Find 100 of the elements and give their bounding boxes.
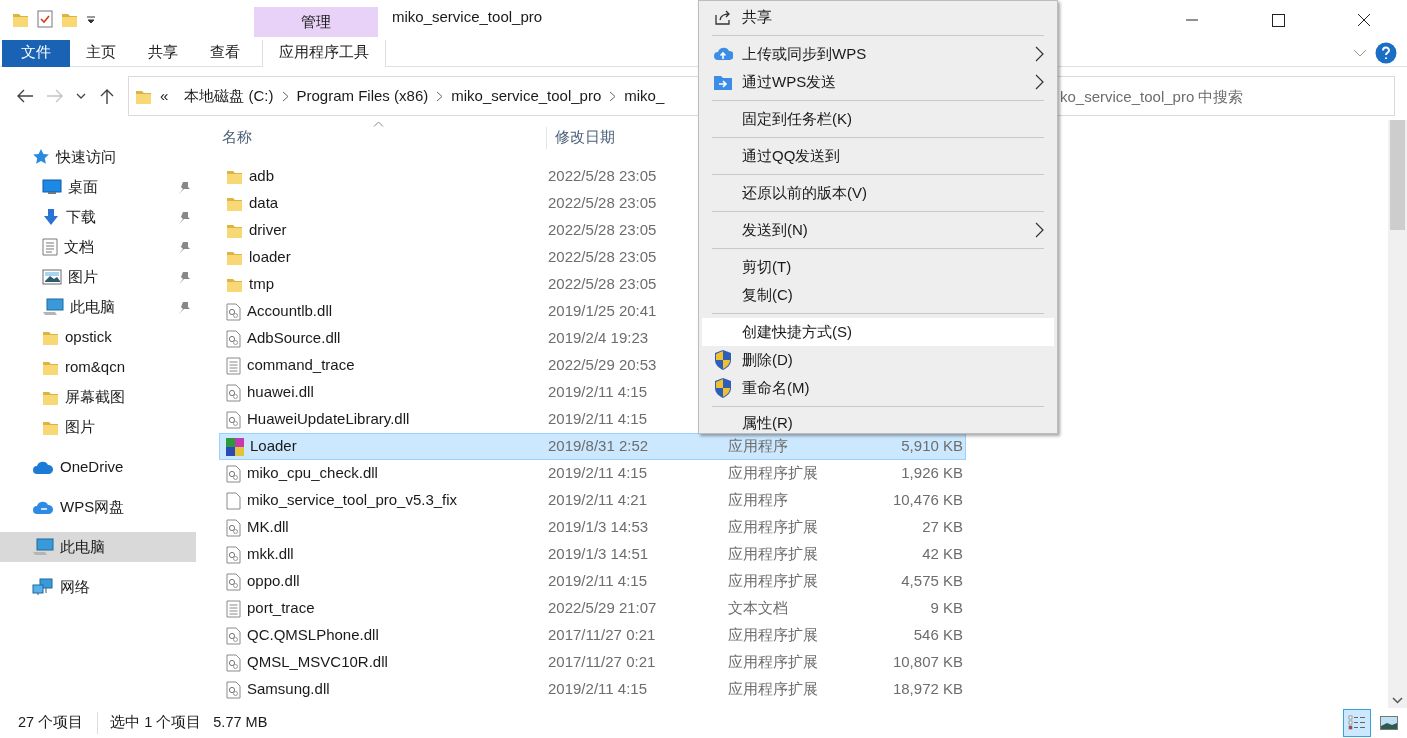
breadcrumb-item[interactable]: Program Files (x86) (288, 84, 437, 108)
picture-icon (1380, 716, 1398, 730)
chevron-right-icon (281, 90, 289, 102)
window-title: miko_service_tool_pro (392, 7, 543, 27)
modified-date: 2019/2/4 19:23 (548, 328, 650, 349)
sidebar-item[interactable]: opstick (0, 322, 196, 352)
gear-file-icon (226, 329, 241, 348)
chevron-down-icon[interactable] (1353, 48, 1367, 58)
menu-item[interactable]: 还原以前的版本(V) (702, 179, 1054, 207)
sidebar-item[interactable]: 屏幕截图 (0, 382, 196, 412)
sidebar-item[interactable]: WPS网盘 (0, 492, 196, 522)
modified-date: 2019/2/11 4:15 (548, 679, 648, 700)
file-name: AdbSource.dll (247, 328, 341, 349)
file-name: miko_service_tool_pro_v5.3_fix (247, 490, 458, 511)
menu-item[interactable]: 复制(C) (702, 281, 1054, 309)
scrollbar-thumb[interactable] (1390, 120, 1405, 230)
sidebar-item[interactable]: 图片 (0, 262, 196, 292)
folder-icon (226, 276, 243, 293)
modified-date: 2019/2/11 4:15 (548, 382, 648, 403)
menu-item[interactable]: 发送到(N) (702, 216, 1054, 244)
folder-icon (226, 168, 243, 185)
menu-item[interactable]: 上传或同步到WPS (702, 40, 1054, 68)
file-name: data (249, 193, 279, 214)
menu-item[interactable]: 通过QQ发送到 (702, 142, 1054, 170)
file-row[interactable]: port_trace 2022/5/29 21:07 文本文档 9 KB (219, 595, 966, 622)
computer-icon (32, 538, 54, 556)
breadcrumb-item[interactable]: 本地磁盘 (C:) (176, 84, 282, 108)
app-icon (226, 437, 244, 456)
file-name: Accountlb.dll (247, 301, 333, 322)
sidebar-item[interactable]: 图片 (0, 412, 196, 442)
modified-date: 2019/1/25 20:41 (548, 301, 658, 322)
file-size: 5,910 KB (900, 436, 963, 457)
folder-icon (226, 222, 243, 239)
modified-date: 2022/5/28 23:05 (548, 220, 658, 241)
file-name: mkk.dll (247, 544, 294, 565)
ribbon-tab[interactable]: 应用程序工具 (262, 39, 386, 67)
sidebar-item[interactable]: 桌面 (0, 172, 196, 202)
file-row[interactable]: Samsung.dll 2019/2/11 4:15 应用程序扩展 18,972 KB (219, 676, 966, 703)
dropdown-caret-icon[interactable] (86, 14, 96, 24)
file-name: huawei.dll (247, 382, 314, 403)
menu-item[interactable]: 创建快捷方式(S) (702, 318, 1054, 346)
file-row[interactable]: mkk.dll 2019/1/3 14:51 应用程序扩展 42 KB (219, 541, 966, 568)
file-row[interactable]: miko_service_tool_pro_v5.3_fix 2019/2/11 4:21 应用程序 10,476 KB (219, 487, 966, 514)
column-header[interactable]: 名称 (219, 127, 547, 149)
menu-item[interactable]: 共享 (702, 3, 1054, 31)
file-type: 应用程序扩展 (728, 652, 819, 673)
file-size: 27 KB (921, 517, 963, 538)
checklist-icon[interactable] (37, 10, 53, 28)
sidebar-item[interactable]: 此电脑 (0, 532, 196, 562)
item-count: 27 个项目 (18, 713, 84, 733)
modified-date: 2022/5/29 21:07 (548, 598, 658, 619)
file-row[interactable]: MK.dll 2019/1/3 14:53 应用程序扩展 27 KB (219, 514, 966, 541)
modified-date: 2022/5/28 23:05 (548, 274, 658, 295)
sidebar-item[interactable]: 下载 (0, 202, 196, 232)
file-type: 应用程序扩展 (728, 517, 819, 538)
ribbon-tab[interactable]: 共享 (132, 39, 194, 67)
file-size: 4,575 KB (900, 571, 963, 592)
file-row[interactable]: QC.QMSLPhone.dll 2017/11/27 0:21 应用程序扩展 546 KB (219, 622, 966, 649)
pin-icon (178, 241, 190, 254)
download-arrow-icon (42, 208, 60, 226)
file-row[interactable]: QMSL_MSVC10R.dll 2017/11/27 0:21 应用程序扩展 10,807 KB (219, 649, 966, 676)
menu-item[interactable]: 重命名(M) (702, 374, 1054, 402)
menu-item[interactable]: 删除(D) (702, 346, 1054, 374)
sidebar-item[interactable]: 快速访问 (0, 142, 196, 172)
ribbon-context-label: 管理 (254, 7, 378, 37)
pin-icon (178, 181, 190, 194)
folder-icon (226, 249, 243, 266)
menu-item[interactable]: 剪切(T) (702, 253, 1054, 281)
chevron-right-icon (436, 90, 444, 102)
ribbon-tab[interactable]: 查看 (194, 39, 256, 67)
ribbon-tab[interactable]: 主页 (70, 39, 132, 67)
scrollbar[interactable] (1388, 120, 1407, 708)
gear-file-icon (226, 680, 241, 699)
file-row[interactable]: miko_cpu_check.dll 2019/2/11 4:15 应用程序扩展 1,926 KB (219, 460, 966, 487)
breadcrumb-item[interactable]: miko_service_tool_pro (443, 84, 610, 108)
gear-file-icon (226, 383, 241, 402)
sidebar-item[interactable]: 此电脑 (0, 292, 196, 322)
desktop-icon (42, 179, 62, 195)
modified-date: 2022/5/28 23:05 (548, 247, 658, 268)
chevron-down-icon[interactable] (1392, 697, 1403, 704)
menu-item[interactable]: 属性(R) (702, 411, 1054, 433)
file-name: adb (249, 166, 275, 187)
file-row[interactable]: oppo.dll 2019/2/11 4:15 应用程序扩展 4,575 KB (219, 568, 966, 595)
file-size: 42 KB (921, 544, 963, 565)
details-view-button[interactable] (1343, 709, 1371, 737)
sidebar-item[interactable]: rom&qcn (0, 352, 196, 382)
file-name: driver (249, 220, 287, 241)
sidebar-item[interactable]: 文档 (0, 232, 196, 262)
sidebar-item[interactable]: 网络 (0, 572, 196, 602)
breadcrumb-item[interactable]: miko_ (616, 84, 673, 108)
modified-date: 2019/8/31 2:52 (548, 436, 650, 457)
close-icon (1357, 13, 1371, 27)
help-icon[interactable] (1375, 42, 1397, 64)
file-size: 10,807 KB (891, 652, 963, 673)
ribbon-tab[interactable]: 文件 (2, 39, 70, 67)
file-row[interactable]: Loader 2019/8/31 2:52 应用程序 5,910 KB (219, 433, 966, 460)
breadcrumb-overflow[interactable]: « (152, 84, 177, 108)
network-icon (32, 578, 54, 596)
sidebar-item[interactable]: OneDrive (0, 452, 196, 482)
pin-icon (178, 211, 190, 224)
